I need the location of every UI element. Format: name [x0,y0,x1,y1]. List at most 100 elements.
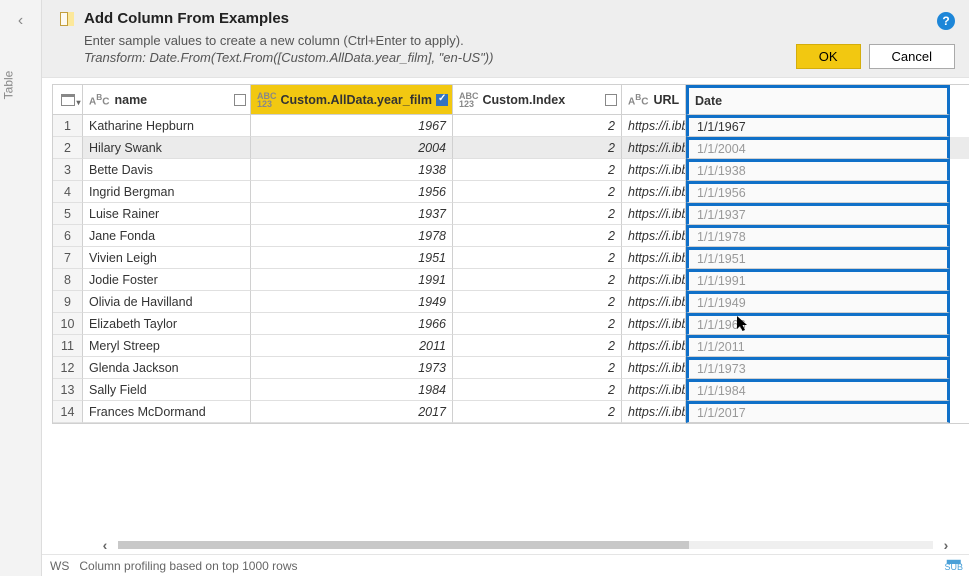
cell-name[interactable]: Luise Rainer [83,203,251,225]
cell-url[interactable]: https://i.ibb [622,159,686,181]
table-row[interactable]: 10Elizabeth Taylor19662https://i.ibb1/1/… [53,313,969,335]
cell-name[interactable]: Jodie Foster [83,269,251,291]
cell-index[interactable]: 2 [453,203,622,225]
scroll-track[interactable] [118,541,933,549]
column-header-year[interactable]: ABC123Custom.AllData.year_film [251,85,453,115]
cell-year[interactable]: 1937 [251,203,453,225]
cell-date[interactable]: 1/1/2011 [686,335,950,357]
cell-index[interactable]: 2 [453,379,622,401]
cell-url[interactable]: https://i.ibb [622,313,686,335]
column-header-url[interactable]: ABCURL [622,85,686,115]
column-checkbox[interactable] [436,94,448,106]
cell-date[interactable]: 1/1/1949 [686,291,950,313]
cell-index[interactable]: 2 [453,137,622,159]
cell-name[interactable]: Elizabeth Taylor [83,313,251,335]
cell-index[interactable]: 2 [453,335,622,357]
column-checkbox[interactable] [234,94,246,106]
cell-url[interactable]: https://i.ibb [622,225,686,247]
cell-index[interactable]: 2 [453,313,622,335]
cell-index[interactable]: 2 [453,269,622,291]
scroll-left-icon[interactable]: ‹ [96,537,114,553]
cell-date[interactable]: 1/1/1938 [686,159,950,181]
table-row[interactable]: 14Frances McDormand20172https://i.ibb1/1… [53,401,969,423]
table-row[interactable]: 9Olivia de Havilland19492https://i.ibb1/… [53,291,969,313]
table-row[interactable]: 7Vivien Leigh19512https://i.ibb1/1/1951 [53,247,969,269]
cell-date[interactable]: 1/1/1991 [686,269,950,291]
cell-date[interactable]: 1/1/2004 [686,137,950,159]
new-column-header[interactable]: Date [686,85,950,115]
cell-date[interactable]: 1/1/1966 [686,313,950,335]
cell-name[interactable]: Sally Field [83,379,251,401]
cell-name[interactable]: Hilary Swank [83,137,251,159]
cell-year[interactable]: 2017 [251,401,453,423]
cell-name[interactable]: Meryl Streep [83,335,251,357]
cancel-button[interactable]: Cancel [869,44,955,69]
horizontal-scrollbar[interactable]: ‹ › [96,536,955,554]
cell-year[interactable]: 1956 [251,181,453,203]
cell-url[interactable]: https://i.ibb [622,181,686,203]
cell-url[interactable]: https://i.ibb [622,357,686,379]
cell-year[interactable]: 1949 [251,291,453,313]
cell-date[interactable]: 1/1/1937 [686,203,950,225]
cell-name[interactable]: Bette Davis [83,159,251,181]
help-icon[interactable]: ? [937,12,955,30]
cell-name[interactable]: Frances McDormand [83,401,251,423]
cell-year[interactable]: 1984 [251,379,453,401]
cell-date[interactable]: 1/1/1978 [686,225,950,247]
cell-year[interactable]: 1951 [251,247,453,269]
cell-index[interactable]: 2 [453,225,622,247]
cell-year[interactable]: 1966 [251,313,453,335]
cell-date[interactable]: 1/1/1984 [686,379,950,401]
cell-url[interactable]: https://i.ibb [622,401,686,423]
cell-url[interactable]: https://i.ibb [622,115,686,137]
cell-index[interactable]: 2 [453,115,622,137]
cell-year[interactable]: 2004 [251,137,453,159]
cell-year[interactable]: 1938 [251,159,453,181]
cell-name[interactable]: Glenda Jackson [83,357,251,379]
table-row[interactable]: 12Glenda Jackson19732https://i.ibb1/1/19… [53,357,969,379]
ok-button[interactable]: OK [796,44,861,69]
cell-url[interactable]: https://i.ibb [622,269,686,291]
table-row[interactable]: 1Katharine Hepburn19672https://i.ibb1/1/… [53,115,969,137]
cell-url[interactable]: https://i.ibb [622,335,686,357]
cell-index[interactable]: 2 [453,181,622,203]
cell-date[interactable]: 1/1/1956 [686,181,950,203]
cell-year[interactable]: 1978 [251,225,453,247]
cell-year[interactable]: 1967 [251,115,453,137]
cell-url[interactable]: https://i.ibb [622,137,686,159]
table-row[interactable]: 4Ingrid Bergman19562https://i.ibb1/1/195… [53,181,969,203]
table-row[interactable]: 8Jodie Foster19912https://i.ibb1/1/1991 [53,269,969,291]
table-row[interactable]: 6Jane Fonda19782https://i.ibb1/1/1978 [53,225,969,247]
cell-year[interactable]: 1991 [251,269,453,291]
cell-name[interactable]: Jane Fonda [83,225,251,247]
cell-date[interactable]: 1/1/1973 [686,357,950,379]
cell-year[interactable]: 2011 [251,335,453,357]
cell-date[interactable]: 1/1/2017 [686,401,950,423]
cell-name[interactable]: Katharine Hepburn [83,115,251,137]
column-header-name[interactable]: ABCname [83,85,251,115]
cell-name[interactable]: Vivien Leigh [83,247,251,269]
data-grid[interactable]: ▾ ABCname ABC123Custom.AllData.year_film… [52,84,969,424]
cell-date[interactable]: 1/1/1951 [686,247,950,269]
subscribe-icon[interactable]: SUB [944,556,963,572]
cell-date[interactable]: 1/1/1967 [686,115,950,137]
table-row[interactable]: 5Luise Rainer19372https://i.ibb1/1/1937 [53,203,969,225]
table-row[interactable]: 13Sally Field19842https://i.ibb1/1/1984 [53,379,969,401]
cell-index[interactable]: 2 [453,401,622,423]
table-row[interactable]: 2Hilary Swank20042https://i.ibb1/1/2004 [53,137,969,159]
collapse-panel-button[interactable]: ‹ [0,12,41,30]
cell-index[interactable]: 2 [453,291,622,313]
cell-url[interactable]: https://i.ibb [622,291,686,313]
cell-index[interactable]: 2 [453,159,622,181]
cell-year[interactable]: 1973 [251,357,453,379]
table-row[interactable]: 11Meryl Streep20112https://i.ibb1/1/2011 [53,335,969,357]
cell-url[interactable]: https://i.ibb [622,203,686,225]
cell-index[interactable]: 2 [453,247,622,269]
scroll-thumb[interactable] [118,541,689,549]
cell-url[interactable]: https://i.ibb [622,247,686,269]
table-menu-button[interactable]: ▾ [53,85,83,115]
column-header-index[interactable]: ABC123Custom.Index [453,85,622,115]
table-row[interactable]: 3Bette Davis19382https://i.ibb1/1/1938 [53,159,969,181]
cell-name[interactable]: Olivia de Havilland [83,291,251,313]
cell-url[interactable]: https://i.ibb [622,379,686,401]
